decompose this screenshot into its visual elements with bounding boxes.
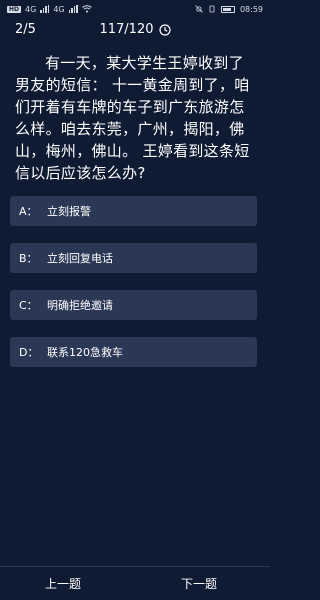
option-letter: A：: [19, 205, 38, 218]
signal-icon-2: [68, 5, 78, 13]
network-label-2: 4G: [53, 4, 65, 14]
clock-icon: [158, 23, 171, 36]
battery-icon: [220, 5, 235, 13]
option-c[interactable]: C： 明确拒绝邀请: [10, 290, 257, 320]
wifi-icon: [81, 5, 92, 13]
hd-badge: HD: [7, 5, 22, 13]
quiz-footer: 上一题 下一题: [0, 566, 270, 600]
option-text: 联系120急救车: [47, 346, 123, 359]
status-bar: HD 4G 4G 08:59: [0, 0, 270, 18]
network-label: 4G: [25, 4, 37, 14]
option-letter: C：: [19, 299, 38, 312]
option-letter: B：: [19, 252, 38, 265]
mute-icon: [195, 5, 203, 13]
vibrate-icon: [209, 5, 215, 13]
option-text: 立刻回复电话: [47, 252, 113, 265]
option-a[interactable]: A： 立刻报警: [10, 196, 257, 226]
option-letter: D：: [19, 346, 39, 359]
timer-text: 117/120: [99, 22, 154, 37]
option-text: 明确拒绝邀请: [47, 299, 113, 312]
prev-question-button[interactable]: 上一题: [45, 575, 81, 592]
quiz-screen: HD 4G 4G 08:59 2/5 117/120 有一天，某大学生王婷收到了…: [0, 0, 270, 600]
options-list: A： 立刻报警 B： 立刻回复电话 C： 明确拒绝邀请 D： 联系120急救车: [10, 196, 257, 384]
question-text: 有一天，某大学生王婷收到了男友的短信： 十一黄金周到了，咱们开着有车牌的车子到广…: [15, 54, 250, 182]
status-right: 08:59: [195, 5, 263, 14]
signal-icon: [40, 5, 50, 13]
next-question-button[interactable]: 下一题: [181, 575, 217, 592]
status-left: HD 4G 4G: [7, 5, 92, 14]
option-d[interactable]: D： 联系120急救车: [10, 337, 257, 367]
option-b[interactable]: B： 立刻回复电话: [10, 243, 257, 273]
clock-time: 08:59: [239, 4, 263, 14]
option-text: 立刻报警: [47, 205, 91, 218]
quiz-header: 2/5 117/120: [0, 18, 270, 44]
timer: 117/120: [0, 22, 270, 37]
